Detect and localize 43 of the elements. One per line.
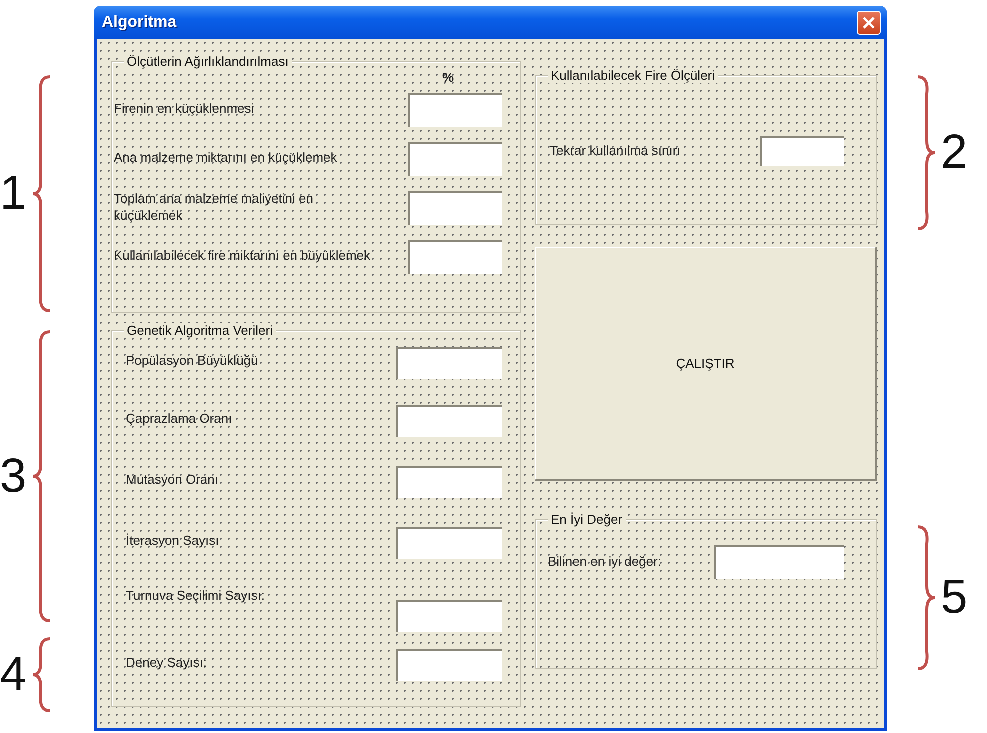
percent-field[interactable] [408, 92, 502, 126]
brace-icon [30, 636, 53, 714]
field-label: Kullanılabilecek fire miktarını en büyüklemek [114, 248, 371, 265]
input-field[interactable] [396, 527, 502, 559]
input-field[interactable] [396, 347, 502, 379]
percent-field[interactable] [408, 240, 502, 274]
field-label: Bilinen en iyi değer: [548, 554, 662, 570]
field-label: İterasyon Sayısı [126, 532, 220, 550]
frame-title: En İyi Değer [548, 512, 626, 527]
brace-icon [915, 524, 937, 672]
field-label: Toplam ana malzeme maliyetini en küçüklemek [114, 190, 314, 224]
input-field[interactable] [396, 405, 502, 437]
field-label: Mutasyon Oranı [126, 471, 218, 489]
field-label: Firenin en küçüklenmesi [114, 101, 254, 118]
close-icon [863, 16, 875, 28]
annotation-number: 4 [0, 651, 27, 699]
percent-field[interactable] [408, 142, 502, 176]
field-label: Deney Sayısı: [126, 654, 207, 672]
brace-icon [915, 74, 937, 232]
annotation-number: 2 [941, 129, 968, 177]
field-label: Turnuva Seçilimi Sayısı: [126, 588, 265, 605]
column-header: % [442, 70, 454, 85]
input-field[interactable] [760, 136, 844, 166]
run-button[interactable]: ÇALIŞTIR [535, 247, 877, 481]
brace-icon [30, 329, 53, 624]
brace-icon [30, 74, 53, 314]
input-field[interactable] [714, 545, 844, 579]
window-title: Algoritma [102, 14, 177, 32]
frame-title: Genetik Algoritma Verileri [124, 323, 276, 338]
frame-title: Kullanılabilecek Fire Ölçüleri [548, 68, 718, 83]
close-button[interactable] [857, 10, 881, 34]
annotation-number: 3 [0, 452, 27, 500]
field-label: Ana malzeme miktarını en küçüklemek [114, 150, 338, 167]
field-label: Çaprazlama Oranı [126, 410, 232, 428]
annotation-number: 5 [941, 574, 968, 622]
field-label: Tekrar kullanılma sınırı [550, 142, 681, 160]
annotation-number: 1 [0, 170, 27, 218]
input-field[interactable] [396, 600, 502, 632]
field-label: Popülasyon Büyüklüğü [126, 352, 258, 370]
percent-field[interactable] [408, 190, 502, 224]
frame-title: Ölçütlerin Ağırlıklandırılması [124, 54, 292, 69]
input-field[interactable] [396, 649, 502, 681]
input-field[interactable] [396, 466, 502, 498]
